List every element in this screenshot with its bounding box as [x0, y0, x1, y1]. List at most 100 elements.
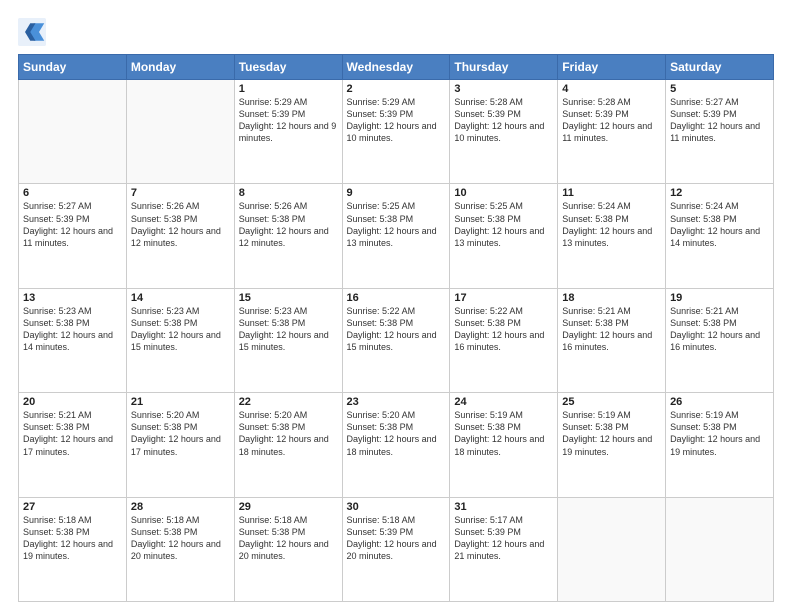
weekday-header-friday: Friday — [558, 55, 666, 80]
calendar-cell: 19Sunrise: 5:21 AM Sunset: 5:38 PM Dayli… — [666, 288, 774, 392]
day-number: 27 — [23, 501, 122, 513]
calendar-cell: 11Sunrise: 5:24 AM Sunset: 5:38 PM Dayli… — [558, 184, 666, 288]
day-number: 2 — [347, 83, 446, 95]
day-number: 24 — [454, 396, 553, 408]
day-info: Sunrise: 5:25 AM Sunset: 5:38 PM Dayligh… — [347, 200, 446, 249]
header — [18, 18, 774, 46]
day-number: 3 — [454, 83, 553, 95]
day-number: 4 — [562, 83, 661, 95]
day-number: 26 — [670, 396, 769, 408]
day-info: Sunrise: 5:26 AM Sunset: 5:38 PM Dayligh… — [131, 200, 230, 249]
calendar-cell: 7Sunrise: 5:26 AM Sunset: 5:38 PM Daylig… — [126, 184, 234, 288]
calendar-cell: 18Sunrise: 5:21 AM Sunset: 5:38 PM Dayli… — [558, 288, 666, 392]
week-row-1: 6Sunrise: 5:27 AM Sunset: 5:39 PM Daylig… — [19, 184, 774, 288]
calendar-cell: 4Sunrise: 5:28 AM Sunset: 5:39 PM Daylig… — [558, 80, 666, 184]
day-number: 25 — [562, 396, 661, 408]
week-row-4: 27Sunrise: 5:18 AM Sunset: 5:38 PM Dayli… — [19, 497, 774, 601]
calendar-cell — [558, 497, 666, 601]
calendar-cell: 25Sunrise: 5:19 AM Sunset: 5:38 PM Dayli… — [558, 393, 666, 497]
day-info: Sunrise: 5:18 AM Sunset: 5:38 PM Dayligh… — [131, 514, 230, 563]
day-number: 13 — [23, 292, 122, 304]
weekday-header-tuesday: Tuesday — [234, 55, 342, 80]
day-info: Sunrise: 5:21 AM Sunset: 5:38 PM Dayligh… — [670, 305, 769, 354]
day-info: Sunrise: 5:29 AM Sunset: 5:39 PM Dayligh… — [347, 96, 446, 145]
day-info: Sunrise: 5:23 AM Sunset: 5:38 PM Dayligh… — [23, 305, 122, 354]
calendar-cell: 8Sunrise: 5:26 AM Sunset: 5:38 PM Daylig… — [234, 184, 342, 288]
day-number: 28 — [131, 501, 230, 513]
day-number: 22 — [239, 396, 338, 408]
day-info: Sunrise: 5:22 AM Sunset: 5:38 PM Dayligh… — [454, 305, 553, 354]
week-row-3: 20Sunrise: 5:21 AM Sunset: 5:38 PM Dayli… — [19, 393, 774, 497]
day-number: 19 — [670, 292, 769, 304]
day-number: 14 — [131, 292, 230, 304]
day-info: Sunrise: 5:19 AM Sunset: 5:38 PM Dayligh… — [454, 409, 553, 458]
day-info: Sunrise: 5:18 AM Sunset: 5:38 PM Dayligh… — [23, 514, 122, 563]
calendar-cell: 14Sunrise: 5:23 AM Sunset: 5:38 PM Dayli… — [126, 288, 234, 392]
day-info: Sunrise: 5:19 AM Sunset: 5:38 PM Dayligh… — [562, 409, 661, 458]
calendar-cell: 5Sunrise: 5:27 AM Sunset: 5:39 PM Daylig… — [666, 80, 774, 184]
weekday-header-saturday: Saturday — [666, 55, 774, 80]
calendar-cell — [19, 80, 127, 184]
day-number: 9 — [347, 187, 446, 199]
calendar-cell: 3Sunrise: 5:28 AM Sunset: 5:39 PM Daylig… — [450, 80, 558, 184]
calendar-cell: 24Sunrise: 5:19 AM Sunset: 5:38 PM Dayli… — [450, 393, 558, 497]
day-info: Sunrise: 5:23 AM Sunset: 5:38 PM Dayligh… — [131, 305, 230, 354]
calendar-cell: 31Sunrise: 5:17 AM Sunset: 5:39 PM Dayli… — [450, 497, 558, 601]
day-info: Sunrise: 5:26 AM Sunset: 5:38 PM Dayligh… — [239, 200, 338, 249]
day-number: 29 — [239, 501, 338, 513]
day-info: Sunrise: 5:20 AM Sunset: 5:38 PM Dayligh… — [131, 409, 230, 458]
day-number: 23 — [347, 396, 446, 408]
calendar-cell: 13Sunrise: 5:23 AM Sunset: 5:38 PM Dayli… — [19, 288, 127, 392]
logo-icon — [18, 18, 46, 46]
day-number: 11 — [562, 187, 661, 199]
day-info: Sunrise: 5:23 AM Sunset: 5:38 PM Dayligh… — [239, 305, 338, 354]
day-number: 31 — [454, 501, 553, 513]
calendar-cell: 9Sunrise: 5:25 AM Sunset: 5:38 PM Daylig… — [342, 184, 450, 288]
calendar-cell: 16Sunrise: 5:22 AM Sunset: 5:38 PM Dayli… — [342, 288, 450, 392]
calendar-cell: 30Sunrise: 5:18 AM Sunset: 5:39 PM Dayli… — [342, 497, 450, 601]
day-number: 17 — [454, 292, 553, 304]
day-number: 21 — [131, 396, 230, 408]
calendar-cell: 22Sunrise: 5:20 AM Sunset: 5:38 PM Dayli… — [234, 393, 342, 497]
day-number: 10 — [454, 187, 553, 199]
day-info: Sunrise: 5:18 AM Sunset: 5:39 PM Dayligh… — [347, 514, 446, 563]
calendar-cell — [666, 497, 774, 601]
day-number: 1 — [239, 83, 338, 95]
day-number: 18 — [562, 292, 661, 304]
day-number: 6 — [23, 187, 122, 199]
calendar-cell: 27Sunrise: 5:18 AM Sunset: 5:38 PM Dayli… — [19, 497, 127, 601]
calendar-cell — [126, 80, 234, 184]
day-info: Sunrise: 5:20 AM Sunset: 5:38 PM Dayligh… — [347, 409, 446, 458]
day-number: 8 — [239, 187, 338, 199]
day-info: Sunrise: 5:28 AM Sunset: 5:39 PM Dayligh… — [562, 96, 661, 145]
calendar-cell: 1Sunrise: 5:29 AM Sunset: 5:39 PM Daylig… — [234, 80, 342, 184]
calendar-cell: 29Sunrise: 5:18 AM Sunset: 5:38 PM Dayli… — [234, 497, 342, 601]
day-info: Sunrise: 5:27 AM Sunset: 5:39 PM Dayligh… — [23, 200, 122, 249]
calendar-cell: 21Sunrise: 5:20 AM Sunset: 5:38 PM Dayli… — [126, 393, 234, 497]
weekday-header-sunday: Sunday — [19, 55, 127, 80]
day-info: Sunrise: 5:17 AM Sunset: 5:39 PM Dayligh… — [454, 514, 553, 563]
day-number: 12 — [670, 187, 769, 199]
day-info: Sunrise: 5:24 AM Sunset: 5:38 PM Dayligh… — [562, 200, 661, 249]
calendar-cell: 26Sunrise: 5:19 AM Sunset: 5:38 PM Dayli… — [666, 393, 774, 497]
day-info: Sunrise: 5:19 AM Sunset: 5:38 PM Dayligh… — [670, 409, 769, 458]
week-row-2: 13Sunrise: 5:23 AM Sunset: 5:38 PM Dayli… — [19, 288, 774, 392]
calendar-cell: 6Sunrise: 5:27 AM Sunset: 5:39 PM Daylig… — [19, 184, 127, 288]
day-info: Sunrise: 5:28 AM Sunset: 5:39 PM Dayligh… — [454, 96, 553, 145]
page: SundayMondayTuesdayWednesdayThursdayFrid… — [0, 0, 792, 612]
day-info: Sunrise: 5:27 AM Sunset: 5:39 PM Dayligh… — [670, 96, 769, 145]
calendar-cell: 2Sunrise: 5:29 AM Sunset: 5:39 PM Daylig… — [342, 80, 450, 184]
day-number: 7 — [131, 187, 230, 199]
day-number: 15 — [239, 292, 338, 304]
weekday-header-thursday: Thursday — [450, 55, 558, 80]
day-info: Sunrise: 5:25 AM Sunset: 5:38 PM Dayligh… — [454, 200, 553, 249]
calendar-cell: 17Sunrise: 5:22 AM Sunset: 5:38 PM Dayli… — [450, 288, 558, 392]
day-info: Sunrise: 5:18 AM Sunset: 5:38 PM Dayligh… — [239, 514, 338, 563]
calendar-cell: 10Sunrise: 5:25 AM Sunset: 5:38 PM Dayli… — [450, 184, 558, 288]
weekday-header-wednesday: Wednesday — [342, 55, 450, 80]
calendar-cell: 20Sunrise: 5:21 AM Sunset: 5:38 PM Dayli… — [19, 393, 127, 497]
calendar-cell: 15Sunrise: 5:23 AM Sunset: 5:38 PM Dayli… — [234, 288, 342, 392]
day-number: 30 — [347, 501, 446, 513]
calendar-cell: 28Sunrise: 5:18 AM Sunset: 5:38 PM Dayli… — [126, 497, 234, 601]
day-info: Sunrise: 5:24 AM Sunset: 5:38 PM Dayligh… — [670, 200, 769, 249]
